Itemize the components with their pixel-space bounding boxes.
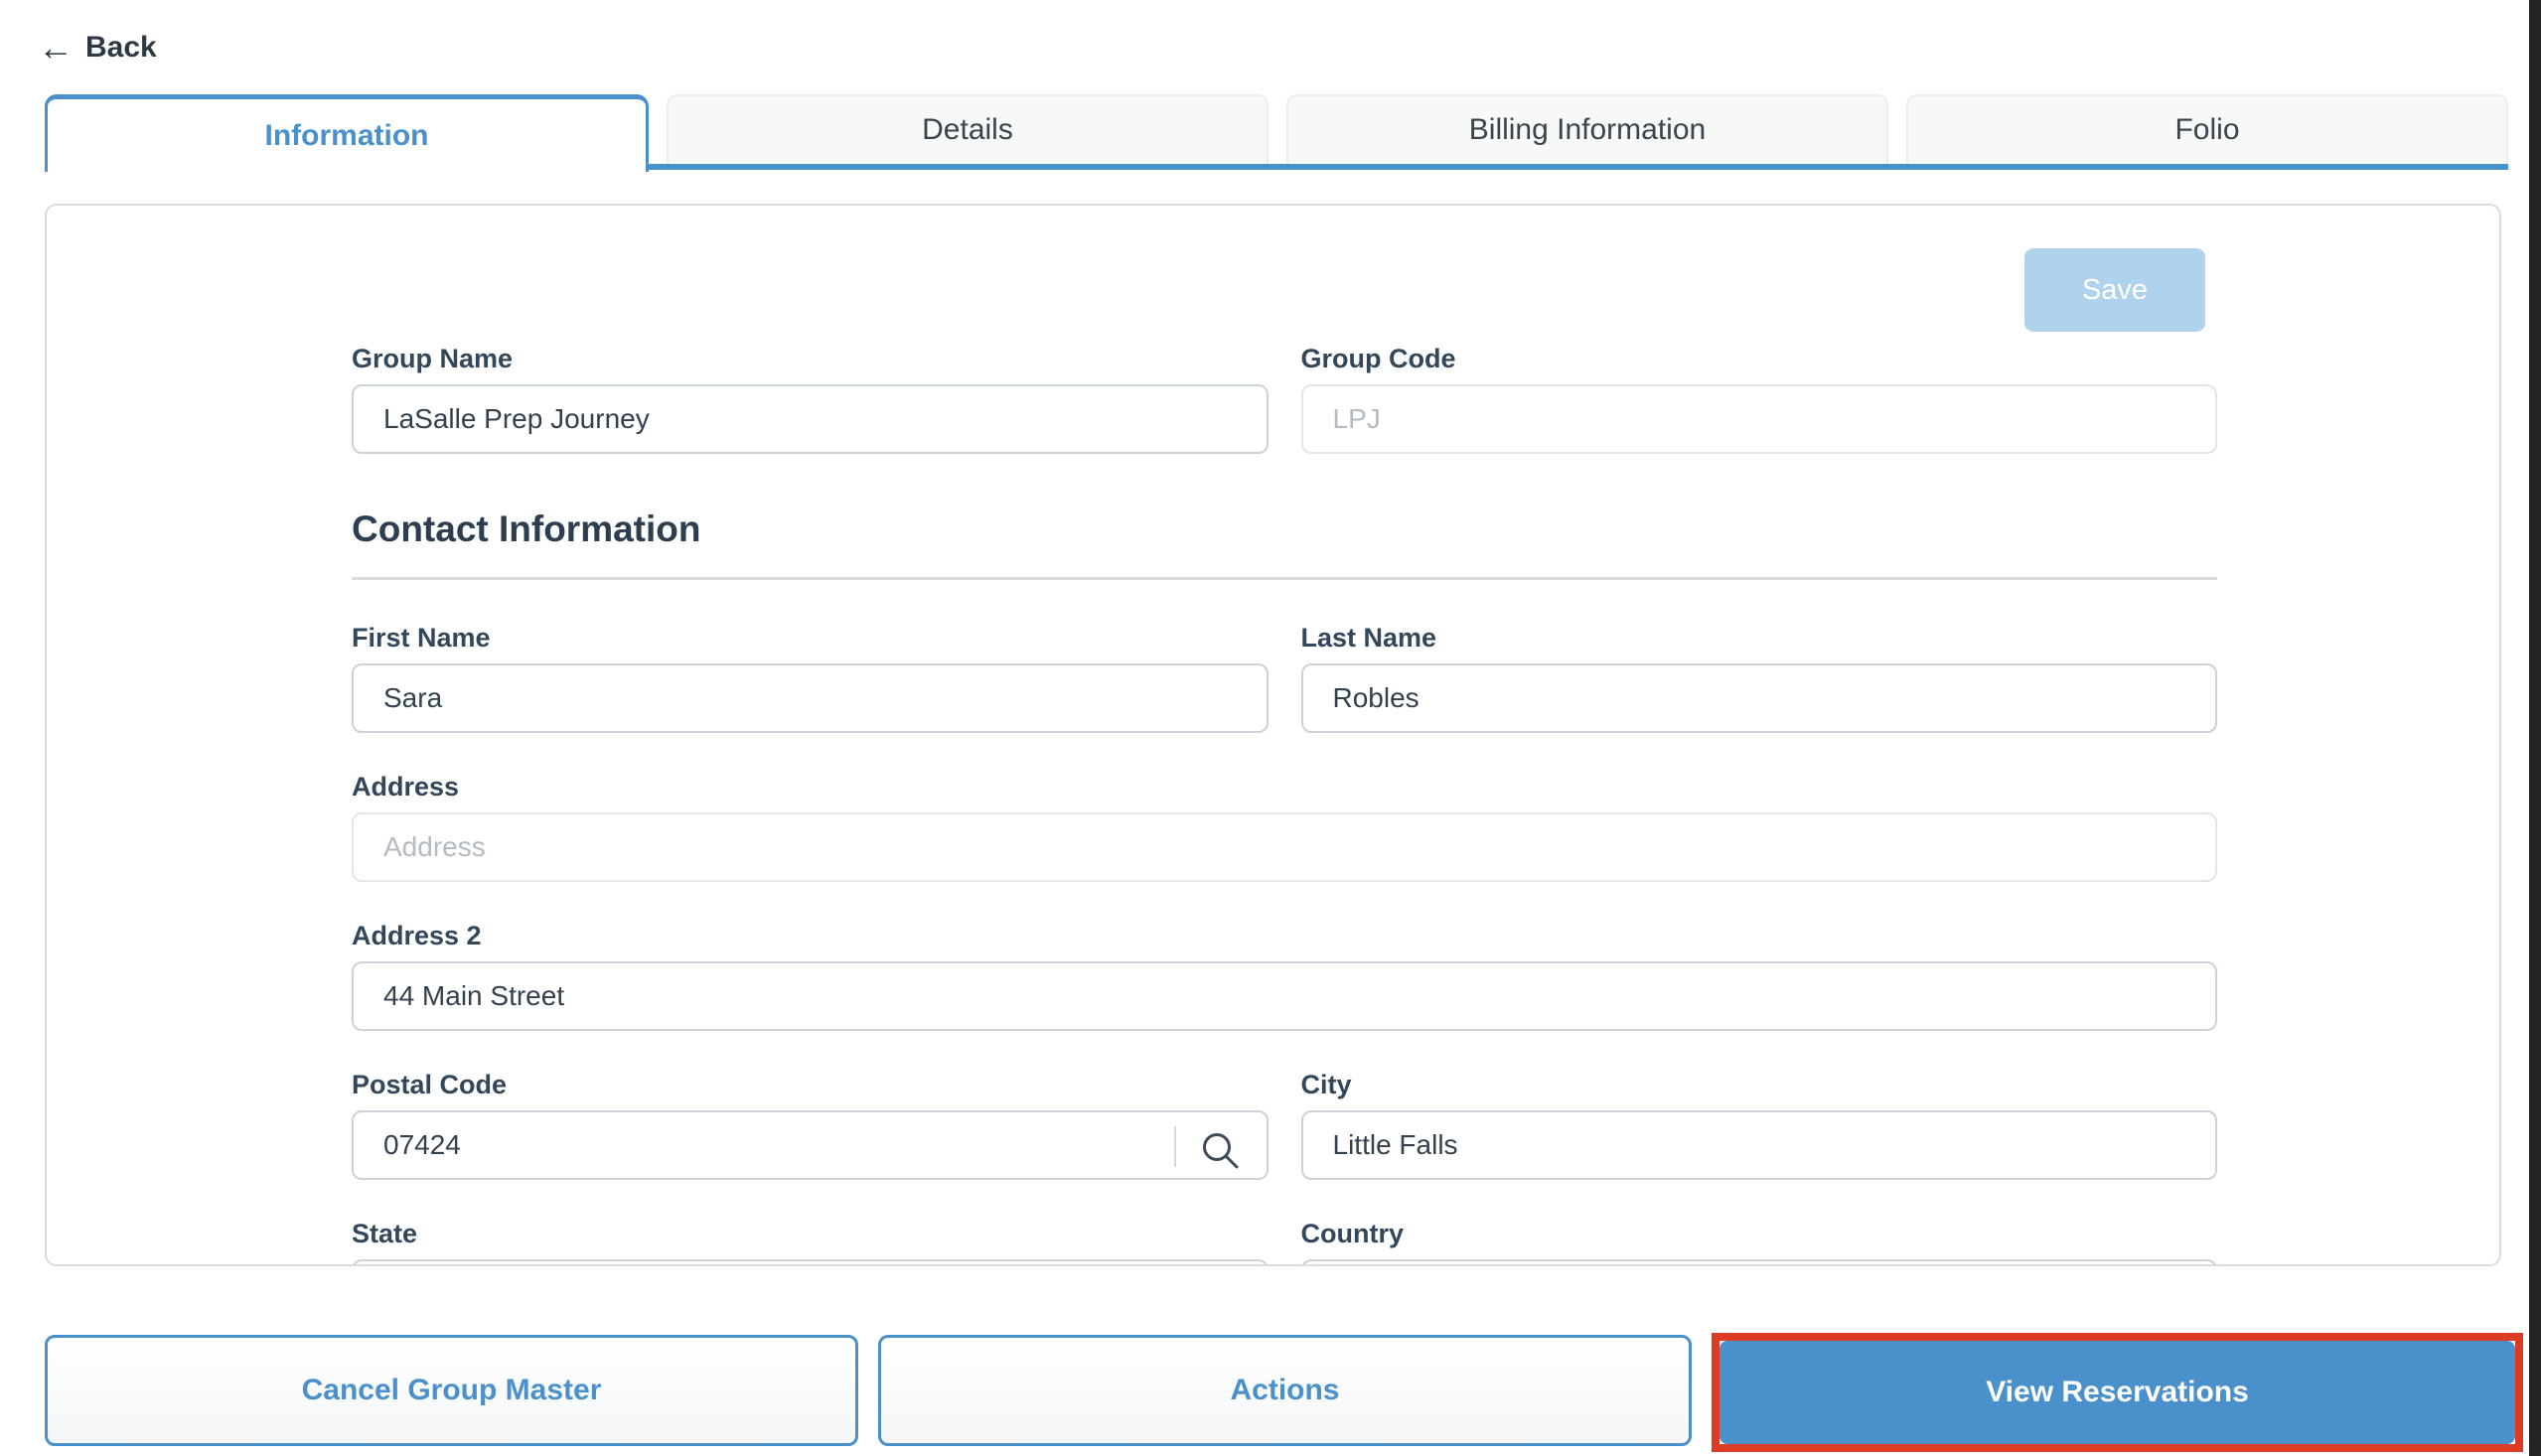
group-name-field: Group Name [352,343,1269,454]
annotation-highlight-box: View Reservations [1712,1333,2523,1452]
group-name-input[interactable] [352,384,1269,454]
section-divider [352,577,2217,580]
group-code-field: Group Code [1301,343,2218,454]
back-arrow-icon: ← [38,30,74,66]
state-input[interactable] [352,1259,1269,1266]
back-label: Back [85,31,157,65]
city-label: City [1301,1069,2218,1100]
last-name-label: Last Name [1301,622,2218,654]
address2-label: Address 2 [352,920,2217,951]
tab-details[interactable]: Details [667,94,1269,164]
postal-code-search-button[interactable] [1193,1123,1249,1179]
last-name-input[interactable] [1301,663,2218,733]
tab-bar: Information Details Billing Information … [45,94,2508,172]
tab-billing-information[interactable]: Billing Information [1286,94,1888,164]
group-code-label: Group Code [1301,343,2218,374]
state-field: State [352,1218,1269,1266]
address-field: Address [352,771,2217,882]
address-label: Address [352,771,2217,802]
address-input[interactable] [352,812,2217,882]
view-reservations-button[interactable]: View Reservations [1719,1341,2515,1444]
tab-folio[interactable]: Folio [1906,94,2508,164]
tab-information[interactable]: Information [45,94,649,172]
country-input[interactable] [1301,1259,2218,1266]
first-name-input[interactable] [352,663,1269,733]
group-code-input[interactable] [1301,384,2218,454]
postal-code-field: Postal Code [352,1069,1269,1180]
first-name-field: First Name [352,622,1269,733]
actions-button[interactable]: Actions [878,1335,1692,1446]
back-button[interactable]: ← Back [38,30,157,66]
postal-search-divider [1174,1126,1176,1167]
contact-information-title: Contact Information [352,508,2217,551]
postal-code-label: Postal Code [352,1069,1269,1100]
search-icon [1199,1129,1243,1173]
last-name-field: Last Name [1301,622,2218,733]
country-field: Country [1301,1218,2218,1266]
footer-action-bar: Cancel Group Master Actions View Reserva… [45,1333,2523,1452]
city-field: City [1301,1069,2218,1180]
city-input[interactable] [1301,1110,2218,1180]
state-label: State [352,1218,1269,1249]
group-form: Group Name Group Code Contact Informatio… [352,206,2217,1266]
scrollbar[interactable] [2529,0,2541,1456]
address2-field: Address 2 [352,920,2217,1031]
group-name-label: Group Name [352,343,1269,374]
country-label: Country [1301,1218,2218,1249]
address2-input[interactable] [352,961,2217,1031]
cancel-group-master-button[interactable]: Cancel Group Master [45,1335,858,1446]
group-master-card: Save Group Name Group Code Contact Infor… [45,204,2501,1266]
postal-code-input[interactable] [352,1110,1269,1180]
first-name-label: First Name [352,622,1269,654]
